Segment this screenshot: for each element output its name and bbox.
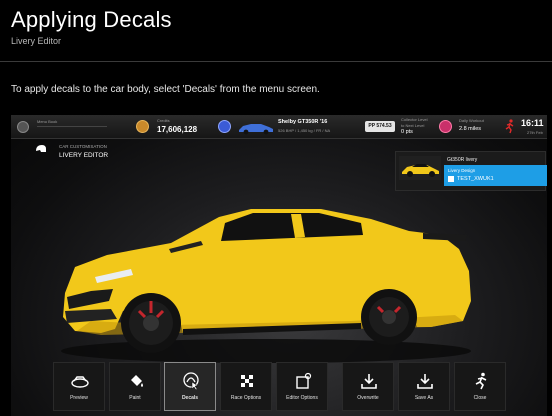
page-header: Applying Decals Livery Editor	[0, 0, 552, 62]
manufacturer-badge-icon	[218, 120, 231, 133]
credits-icon	[136, 120, 149, 133]
pp-value: PP 574.53	[368, 123, 392, 129]
menu-book-label: Menu Book	[37, 119, 58, 124]
editor-options-icon	[296, 372, 312, 389]
livery-card[interactable]: Gt350R livery Livery Design TEST_XWUK1	[395, 151, 547, 191]
overwrite-label: Overwrite	[357, 395, 379, 401]
current-car-thumbnail	[239, 124, 273, 135]
page-subtitle: Livery Editor	[11, 36, 62, 46]
menu-book-icon[interactable]	[17, 121, 29, 133]
livery-car-thumbnail	[399, 156, 441, 180]
save-as-label: Save As	[414, 395, 434, 401]
preview-label: Preview	[70, 395, 88, 401]
helmet-icon	[36, 145, 46, 152]
car-specs: 526 BHP / 1,450 kg / FR / NA	[278, 128, 331, 133]
paint-label: Paint	[129, 395, 141, 401]
credits-label: Credits	[157, 118, 170, 123]
collector-level-label: Collector Level	[401, 117, 428, 122]
top-status-bar: Menu Book Credits 17,606,128 Shelby GT35…	[11, 115, 547, 139]
livery-editor-label: LIVERY EDITOR	[59, 152, 109, 159]
paint-button[interactable]: Paint	[109, 362, 161, 411]
preview-button[interactable]: Preview	[53, 362, 105, 411]
paint-bucket-icon	[131, 375, 143, 387]
daily-workout-value: 2.8 miles	[459, 126, 482, 132]
livery-design-panel: Livery Design TEST_XWUK1	[444, 165, 547, 186]
clock-time: 16:11	[521, 118, 544, 128]
close-button[interactable]: Close	[454, 362, 506, 411]
credits-value: 17,606,128	[157, 125, 198, 134]
car-view-icon	[71, 376, 89, 388]
daily-workout-icon	[439, 120, 452, 133]
collector-next-label: to Next Level	[401, 123, 425, 128]
collector-points: 0 pts	[401, 129, 413, 135]
instruction-text: To apply decals to the car body, select …	[11, 84, 320, 95]
decals-label: Decals	[181, 395, 199, 401]
race-options-button[interactable]: Race Options	[220, 362, 272, 411]
car-name: Shelby GT350R '16	[278, 119, 328, 125]
overwrite-button[interactable]: Overwrite	[342, 362, 394, 411]
download-icon	[361, 374, 377, 389]
daily-workout-label: Daily Workout	[459, 118, 484, 123]
save-as-button[interactable]: Save As	[398, 362, 450, 411]
header-divider	[0, 61, 552, 62]
livery-design-label: Livery Design	[448, 168, 476, 173]
decals-button[interactable]: Decals	[164, 362, 216, 411]
checkered-flag-icon	[241, 375, 253, 387]
customisation-label: CAR CUSTOMISATION	[59, 144, 107, 149]
livery-name: Gt350R livery	[447, 157, 478, 163]
livery-user-name: TEST_XWUK1	[457, 176, 494, 182]
page-title: Applying Decals	[11, 7, 172, 32]
decals-icon	[183, 372, 199, 390]
editor-options-button[interactable]: Editor Options	[276, 362, 328, 411]
download-icon	[417, 374, 433, 389]
car-render	[61, 209, 471, 363]
running-man-icon	[505, 119, 514, 134]
editor-options-label: Editor Options	[286, 395, 318, 401]
user-icon	[448, 176, 454, 182]
clock-date: 27th Feb	[527, 130, 543, 135]
running-man-icon	[475, 372, 487, 390]
performance-points-badge: PP 574.53	[365, 121, 395, 132]
game-screen: Menu Book Credits 17,606,128 Shelby GT35…	[11, 115, 547, 416]
race-options-label: Race Options	[230, 395, 262, 401]
close-label: Close	[473, 395, 487, 401]
